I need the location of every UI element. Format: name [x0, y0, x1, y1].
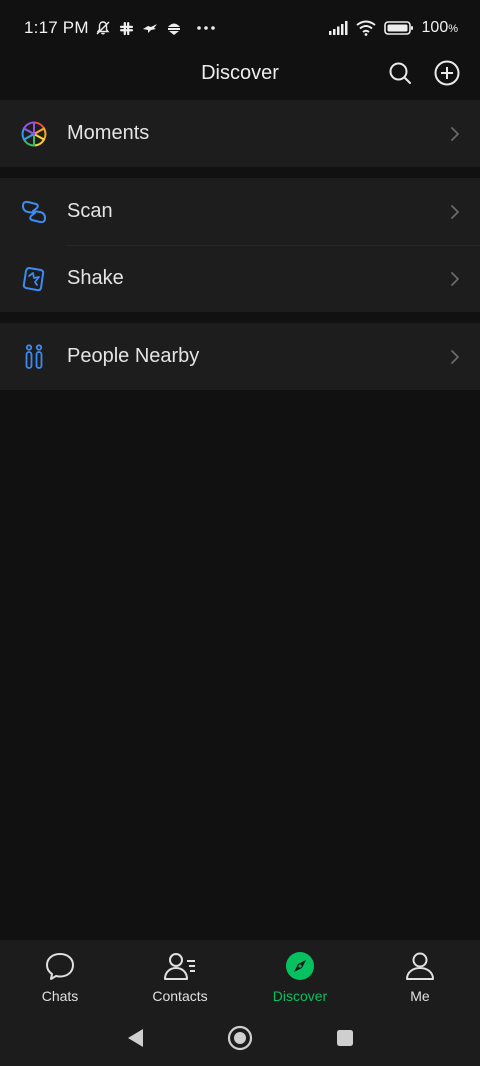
- chat-bubble-icon: [44, 950, 76, 982]
- nav-tab-discover[interactable]: Discover: [240, 940, 360, 1010]
- top-app-bar: Discover: [0, 48, 480, 98]
- android-icon: [167, 23, 180, 35]
- back-icon[interactable]: [125, 1027, 145, 1049]
- wifi-icon: [355, 20, 376, 36]
- moments-section: Moments: [0, 100, 480, 167]
- discover-screen: 1:17 PM 100% Discover Moments Scan Shake…: [0, 0, 480, 1066]
- nav-label: Chats: [41, 988, 79, 1004]
- person-icon: [405, 950, 435, 982]
- menu-item-scan[interactable]: Scan: [0, 178, 480, 245]
- menu-item-label: People Nearby: [67, 345, 200, 367]
- more-dots-icon: [196, 26, 215, 30]
- nav-tab-chats[interactable]: Chats: [0, 940, 120, 1010]
- menu-item-people-nearby[interactable]: People Nearby: [0, 323, 480, 390]
- bottom-nav: Chats Contacts Discover Me: [0, 940, 480, 1010]
- nav-tab-me[interactable]: Me: [360, 940, 480, 1010]
- mute-bell-icon: [96, 21, 110, 35]
- contacts-icon: [163, 950, 197, 982]
- menu-item-label: Shake: [67, 267, 124, 289]
- chevron-right-icon: [451, 349, 459, 364]
- system-status-icons: 100%: [328, 19, 458, 37]
- nav-tab-contacts[interactable]: Contacts: [120, 940, 240, 1010]
- chevron-right-icon: [451, 126, 459, 141]
- page-title: Discover: [201, 61, 279, 84]
- moments-icon: [20, 120, 48, 148]
- notification-icons: [95, 20, 216, 36]
- add-circle-icon[interactable]: [434, 60, 460, 86]
- bird-icon: [142, 24, 157, 33]
- nav-label: Me: [410, 988, 430, 1004]
- system-nav-bar: [0, 1010, 480, 1066]
- compass-icon: [285, 950, 315, 982]
- people-nearby-icon: [20, 343, 48, 371]
- menu-item-label: Moments: [67, 122, 150, 144]
- people-nearby-section: People Nearby: [0, 323, 480, 390]
- menu-item-shake[interactable]: Shake: [0, 245, 480, 312]
- status-time: 1:17 PM: [24, 18, 89, 37]
- recents-icon[interactable]: [335, 1028, 355, 1048]
- slack-icon: [119, 21, 133, 35]
- battery-icon: [383, 21, 413, 35]
- home-icon[interactable]: [227, 1025, 253, 1051]
- nav-label: Discover: [272, 988, 328, 1004]
- scan-icon: [20, 198, 48, 226]
- scan-shake-section: Scan Shake: [0, 178, 480, 312]
- app-bar-actions: [388, 48, 460, 98]
- shake-icon: [20, 265, 48, 293]
- signal-icon: [328, 21, 348, 35]
- menu-item-label: Scan: [67, 200, 113, 222]
- search-icon[interactable]: [388, 61, 412, 85]
- chevron-right-icon: [451, 271, 459, 286]
- nav-label: Contacts: [152, 988, 208, 1004]
- chevron-right-icon: [451, 204, 459, 219]
- battery-percentage: 100%: [421, 19, 458, 36]
- menu-item-moments[interactable]: Moments: [0, 100, 480, 167]
